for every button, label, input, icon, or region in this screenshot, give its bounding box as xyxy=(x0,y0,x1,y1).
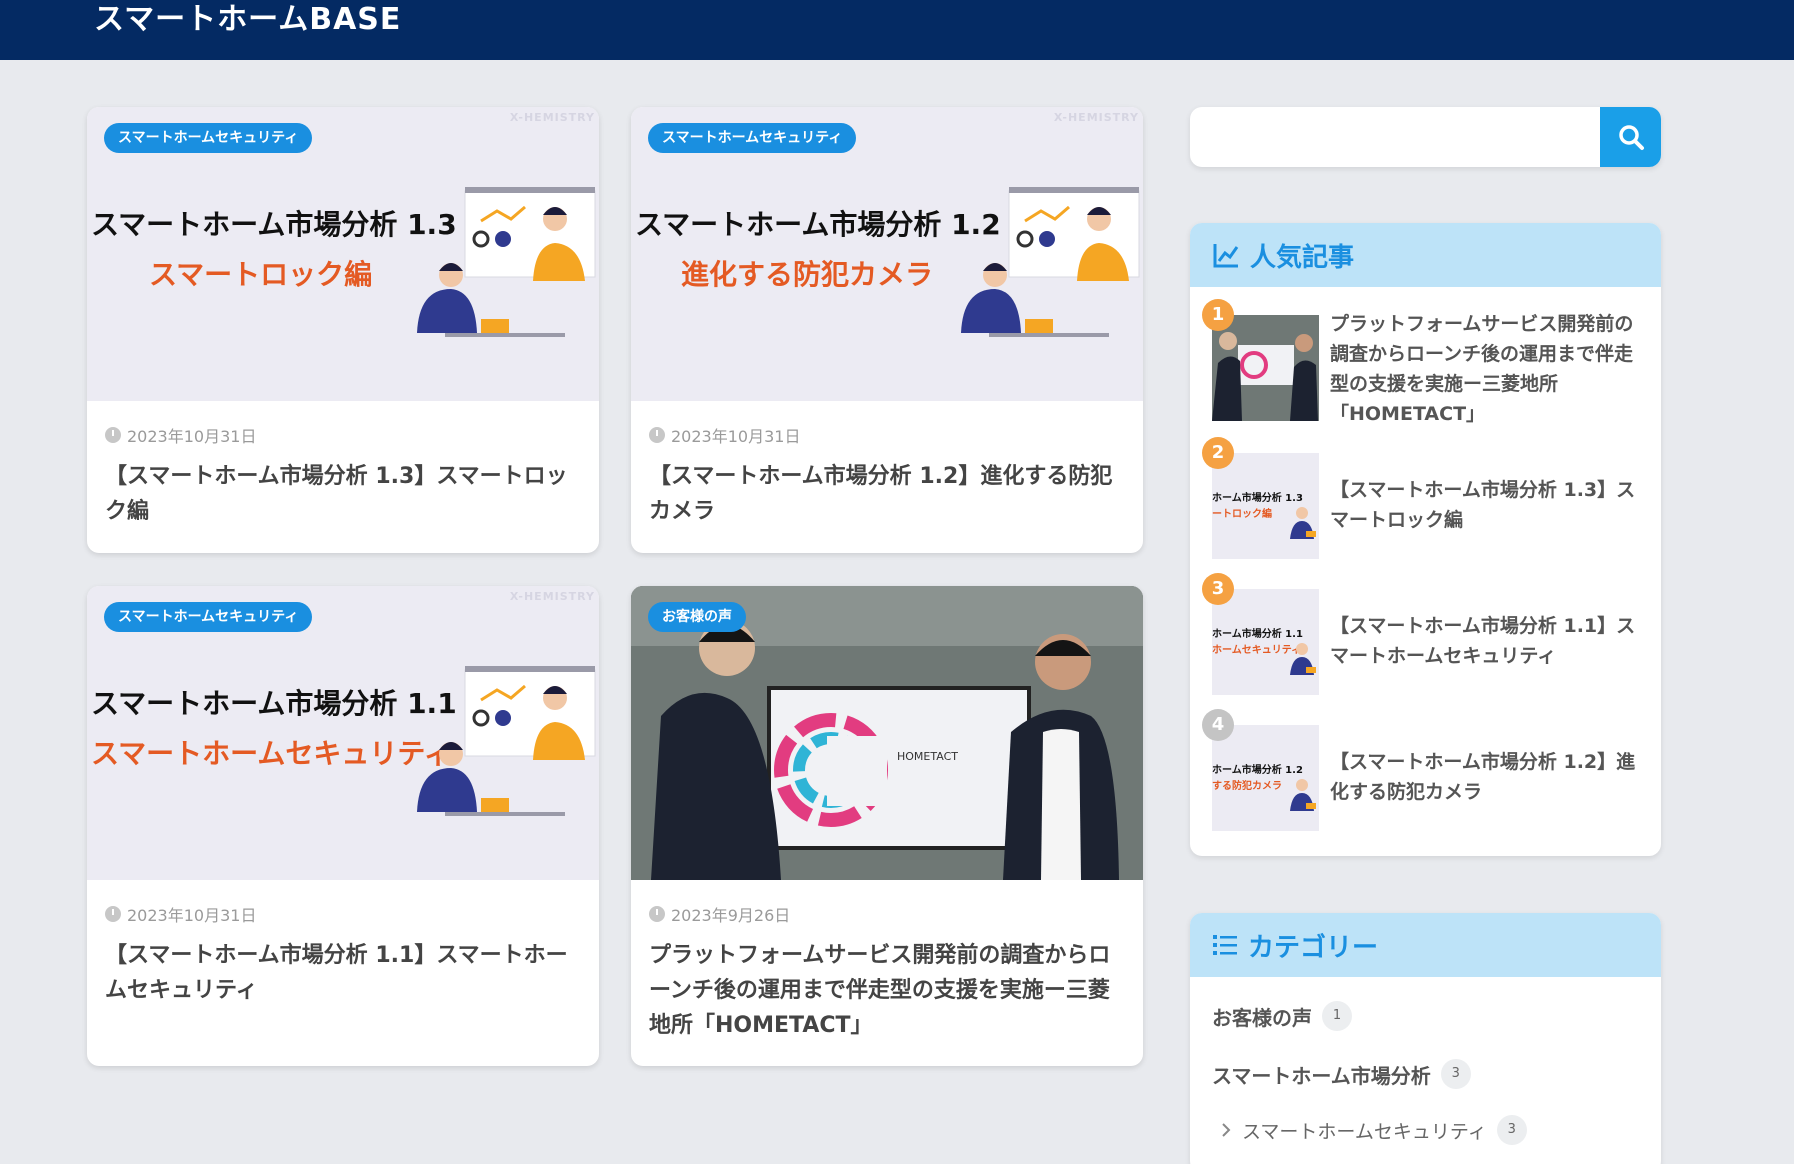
subcategory-item[interactable]: スマートホームセキュリティ 3 xyxy=(1220,1115,1527,1145)
category-count: 3 xyxy=(1440,1059,1471,1089)
thumbnail-subheading: する防犯カメラ xyxy=(1212,781,1282,792)
category-label[interactable]: お客様の声 xyxy=(1212,1002,1312,1031)
watermark: X-HEMISTRY xyxy=(509,590,595,603)
post-date: 2023年9月26日 xyxy=(649,902,790,926)
categories-heading: カテゴリー xyxy=(1190,913,1661,977)
rank-badge: 1 xyxy=(1202,299,1234,331)
search-input[interactable] xyxy=(1190,107,1600,167)
popular-post-thumbnail[interactable]: ホーム市場分析 1.2 する防犯カメラ xyxy=(1212,725,1319,831)
category-badge[interactable]: スマートホームセキュリティ xyxy=(104,602,313,632)
category-item[interactable]: スマートホーム市場分析 3 xyxy=(1212,1059,1471,1089)
thumbnail-subheading: 進化する防犯カメラ xyxy=(681,258,934,291)
list-icon xyxy=(1213,935,1237,955)
rank-badge: 4 xyxy=(1202,709,1234,741)
popular-post-title[interactable]: プラットフォームサービス開発前の調査からローンチ後の運用まで伴走型の支援を実施ー… xyxy=(1330,309,1640,429)
post-title[interactable]: 【スマートホーム市場分析 1.1】スマートホームセキュリティ xyxy=(105,938,583,1008)
popular-post-thumbnail[interactable]: ホーム市場分析 1.1 ホームセキュリティ xyxy=(1212,589,1319,695)
category-count: 3 xyxy=(1496,1115,1527,1145)
chevron-right-icon xyxy=(1222,1123,1231,1137)
post-thumbnail[interactable]: X-HEMISTRY スマートホーム市場分析 1.1 スマートホームセキュリティ… xyxy=(87,586,599,880)
clock-icon xyxy=(649,906,665,922)
category-label[interactable]: スマートホームセキュリティ xyxy=(1242,1117,1487,1144)
post-date-text: 2023年9月26日 xyxy=(671,906,791,925)
rank-badge: 2 xyxy=(1202,437,1234,469)
post-card[interactable]: X-HEMISTRY スマートホーム市場分析 1.1 スマートホームセキュリティ… xyxy=(87,586,599,1066)
post-date-text: 2023年10月31日 xyxy=(127,906,257,925)
popular-post-thumbnail[interactable] xyxy=(1212,315,1319,421)
watermark: X-HEMISTRY xyxy=(1053,111,1139,124)
post-card[interactable]: HOMETACT お客様の声 2023年9月26日 プラットフォームサービス開発… xyxy=(631,586,1143,1066)
post-thumbnail[interactable]: X-HEMISTRY スマートホーム市場分析 1.2 進化する防犯カメラ スマー… xyxy=(631,107,1143,401)
popular-posts-heading: 人気記事 xyxy=(1190,223,1661,287)
categories-title: カテゴリー xyxy=(1248,932,1379,963)
site-header: スマートホームBASE xyxy=(0,0,1794,60)
category-item[interactable]: お客様の声 1 xyxy=(1212,1001,1352,1031)
category-badge[interactable]: スマートホームセキュリティ xyxy=(104,123,313,153)
category-badge[interactable]: スマートホームセキュリティ xyxy=(648,123,857,153)
post-title[interactable]: 【スマートホーム市場分析 1.3】スマートロック編 xyxy=(105,459,583,529)
presenter-illustration xyxy=(417,666,596,816)
post-title[interactable]: 【スマートホーム市場分析 1.2】進化する防犯カメラ xyxy=(649,459,1127,529)
post-date-text: 2023年10月31日 xyxy=(127,427,257,446)
post-thumbnail[interactable]: X-HEMISTRY スマートホーム市場分析 1.3 スマートロック編 スマート… xyxy=(87,107,599,401)
thumbnail-subheading: ートロック編 xyxy=(1212,509,1272,520)
search-icon xyxy=(1618,125,1644,150)
presenter-illustration xyxy=(1290,779,1316,811)
clock-icon xyxy=(649,427,665,443)
photo-two-men-with-screen xyxy=(1212,315,1319,421)
presenter-illustration xyxy=(961,187,1140,337)
category-label[interactable]: スマートホーム市場分析 xyxy=(1212,1060,1431,1089)
rank-badge: 3 xyxy=(1202,573,1234,605)
presenter-illustration xyxy=(1290,643,1316,675)
search-button[interactable] xyxy=(1600,107,1661,167)
popular-posts-title: 人気記事 xyxy=(1250,242,1355,273)
popular-post-thumbnail[interactable]: ホーム市場分析 1.3 ートロック編 xyxy=(1212,453,1319,559)
post-thumbnail[interactable]: HOMETACT お客様の声 xyxy=(631,586,1143,880)
post-date-text: 2023年10月31日 xyxy=(671,427,801,446)
popular-post-title[interactable]: 【スマートホーム市場分析 1.1】スマートホームセキュリティ xyxy=(1330,611,1640,671)
thumbnail-heading: スマートホーム市場分析 1.1 xyxy=(91,687,457,720)
thumbnail-heading: スマートホーム市場分析 1.2 xyxy=(635,208,1001,241)
presenter-illustration xyxy=(1290,507,1316,539)
category-badge[interactable]: お客様の声 xyxy=(648,602,746,632)
post-card[interactable]: X-HEMISTRY スマートホーム市場分析 1.3 スマートロック編 スマート… xyxy=(87,107,599,553)
categories-widget: カテゴリー お客様の声 1 スマートホーム市場分析 3 スマートホームセキュリテ… xyxy=(1190,913,1661,1164)
post-title[interactable]: プラットフォームサービス開発前の調査からローンチ後の運用まで伴走型の支援を実施ー… xyxy=(649,938,1127,1043)
site-title[interactable]: スマートホームBASE xyxy=(94,2,401,38)
popular-posts-widget: 人気記事 1 プラットフォームサービス開発前の調査からローンチ後の運用まで伴走型… xyxy=(1190,223,1661,856)
thumbnail-subheading: スマートホームセキュリティ xyxy=(91,737,452,770)
presenter-illustration xyxy=(417,187,596,337)
post-date: 2023年10月31日 xyxy=(649,423,800,447)
popular-post-title[interactable]: 【スマートホーム市場分析 1.2】進化する防犯カメラ xyxy=(1330,747,1640,807)
thumbnail-heading: スマートホーム市場分析 1.3 xyxy=(91,208,457,241)
post-date: 2023年10月31日 xyxy=(105,423,256,447)
clock-icon xyxy=(105,906,121,922)
screen-logo-text: HOMETACT xyxy=(897,750,958,763)
thumbnail-subheading: スマートロック編 xyxy=(149,258,373,291)
clock-icon xyxy=(105,427,121,443)
watermark: X-HEMISTRY xyxy=(509,111,595,124)
search-box xyxy=(1190,107,1661,167)
post-date: 2023年10月31日 xyxy=(105,902,256,926)
popular-post-title[interactable]: 【スマートホーム市場分析 1.3】スマートロック編 xyxy=(1330,475,1640,535)
post-card[interactable]: X-HEMISTRY スマートホーム市場分析 1.2 進化する防犯カメラ スマー… xyxy=(631,107,1143,553)
chart-line-icon xyxy=(1213,244,1239,268)
category-count: 1 xyxy=(1322,1001,1352,1031)
